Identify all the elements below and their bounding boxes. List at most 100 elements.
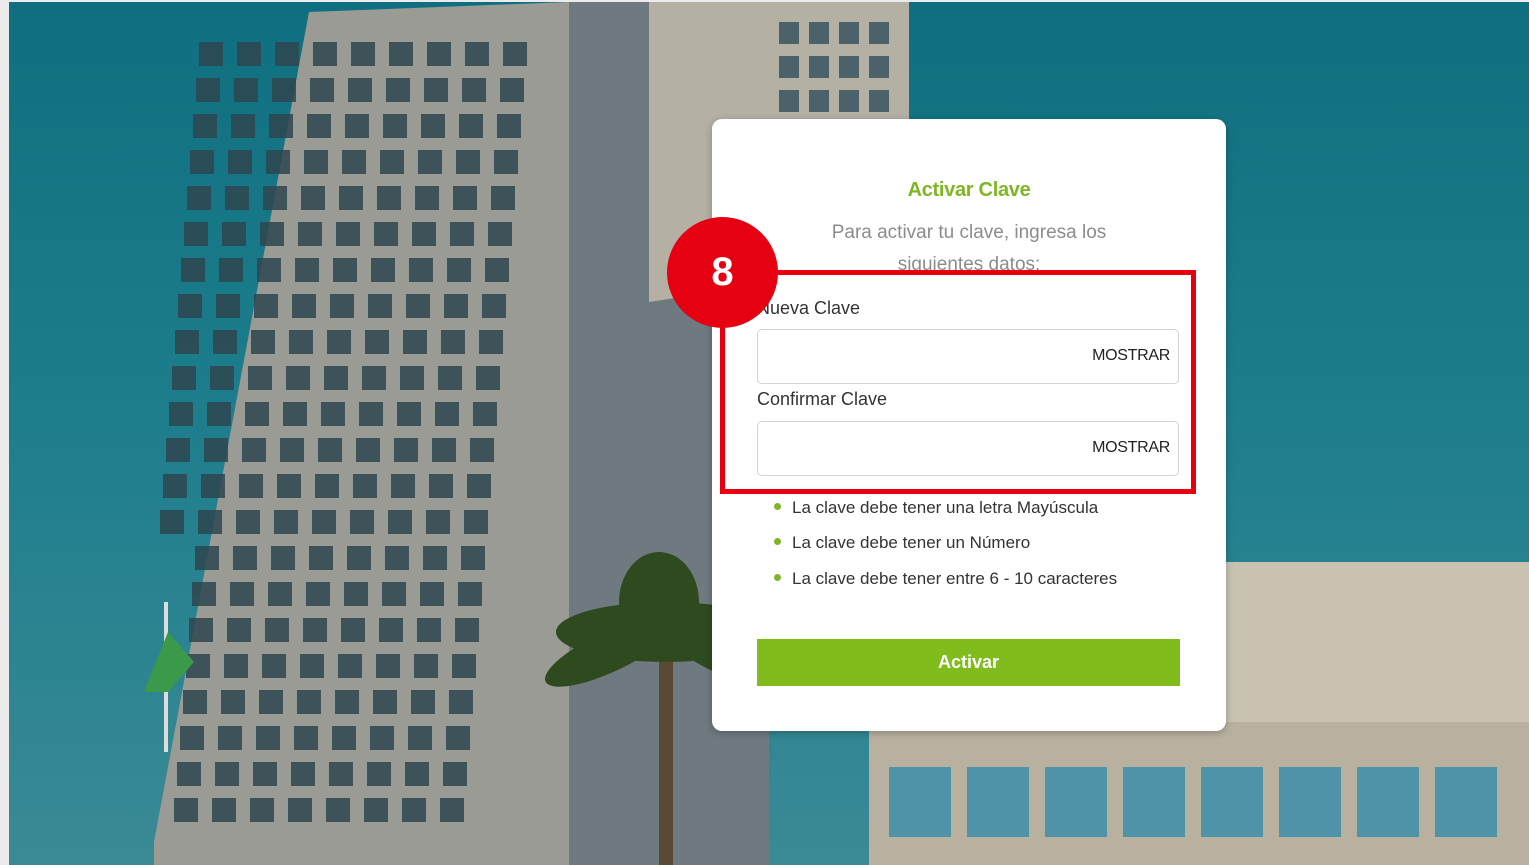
building-window xyxy=(339,186,363,210)
activate-button[interactable]: Activar xyxy=(757,639,1180,686)
building-window xyxy=(310,78,334,102)
building-window xyxy=(869,56,889,78)
building-window xyxy=(230,582,254,606)
building-window xyxy=(254,294,278,318)
building-window xyxy=(394,438,418,462)
building-window xyxy=(429,474,453,498)
bullet-icon xyxy=(774,574,781,581)
building-window xyxy=(283,402,307,426)
building-window xyxy=(473,402,497,426)
building-window xyxy=(304,150,328,174)
building-window xyxy=(326,798,350,822)
building-window xyxy=(1045,767,1107,837)
building-window xyxy=(190,150,214,174)
building-window xyxy=(839,56,859,78)
building-window xyxy=(198,510,222,534)
building-window xyxy=(380,150,404,174)
building-window xyxy=(779,22,799,44)
building-window xyxy=(309,546,333,570)
building-window xyxy=(251,330,275,354)
building-window xyxy=(359,402,383,426)
building-window xyxy=(180,726,204,750)
building-window xyxy=(370,726,394,750)
rule-text: La clave debe tener una letra Mayúscula xyxy=(792,498,1099,517)
building-window xyxy=(169,402,193,426)
building-window xyxy=(347,546,371,570)
building-window xyxy=(291,762,315,786)
building-window xyxy=(389,42,413,66)
building-window xyxy=(364,798,388,822)
building-window xyxy=(301,186,325,210)
building-window xyxy=(385,546,409,570)
building-window xyxy=(297,690,321,714)
building-window xyxy=(467,474,491,498)
building-window xyxy=(199,42,223,66)
building-window xyxy=(266,150,290,174)
building-window xyxy=(269,114,293,138)
building-window xyxy=(327,330,351,354)
building-window xyxy=(224,654,248,678)
building-window xyxy=(447,258,471,282)
building-window xyxy=(271,546,295,570)
building-window xyxy=(233,546,257,570)
building-window xyxy=(406,294,430,318)
building-window xyxy=(371,258,395,282)
building-window xyxy=(497,114,521,138)
building-window xyxy=(219,258,243,282)
building-window xyxy=(476,366,500,390)
building-window xyxy=(449,690,473,714)
building-window xyxy=(215,762,239,786)
building-window xyxy=(341,618,365,642)
building-window xyxy=(256,726,280,750)
building-window xyxy=(889,767,951,837)
building-window xyxy=(260,222,284,246)
building-window xyxy=(239,474,263,498)
building-window xyxy=(435,402,459,426)
building-window xyxy=(1435,767,1497,837)
building-window xyxy=(213,330,237,354)
building-window xyxy=(441,330,465,354)
building-window xyxy=(479,330,503,354)
bullet-icon xyxy=(774,503,781,510)
building-window xyxy=(184,222,208,246)
building-window xyxy=(403,330,427,354)
building-window xyxy=(222,222,246,246)
building-window xyxy=(438,366,462,390)
building-window xyxy=(809,90,829,112)
bullet-icon xyxy=(774,538,781,545)
building-window xyxy=(342,150,366,174)
building-window xyxy=(288,798,312,822)
building-window xyxy=(494,150,518,174)
building-window xyxy=(356,438,380,462)
building-window xyxy=(362,366,386,390)
building-window xyxy=(275,42,299,66)
building-window xyxy=(231,114,255,138)
building-window xyxy=(408,726,432,750)
building-window xyxy=(456,150,480,174)
building-window xyxy=(869,22,889,44)
building-window xyxy=(183,690,207,714)
building-window xyxy=(315,474,339,498)
building-window xyxy=(382,582,406,606)
building-window xyxy=(227,618,251,642)
building-window xyxy=(178,294,202,318)
building-window xyxy=(196,78,220,102)
step-number-badge: 8 xyxy=(667,217,778,328)
building-window xyxy=(485,258,509,282)
building-window xyxy=(367,762,391,786)
building-window xyxy=(263,186,287,210)
building-window xyxy=(210,366,234,390)
building-window xyxy=(453,186,477,210)
card-subtitle: Para activar tu clave, ingresa los sigui… xyxy=(831,222,1107,273)
building-window xyxy=(225,186,249,210)
building-window xyxy=(300,654,324,678)
building-window xyxy=(353,474,377,498)
building-window xyxy=(503,42,527,66)
building-window xyxy=(329,762,353,786)
building-window xyxy=(455,618,479,642)
building-window xyxy=(174,798,198,822)
building-window xyxy=(423,546,447,570)
building-window xyxy=(440,798,464,822)
building-window xyxy=(350,510,374,534)
building-window xyxy=(470,438,494,462)
